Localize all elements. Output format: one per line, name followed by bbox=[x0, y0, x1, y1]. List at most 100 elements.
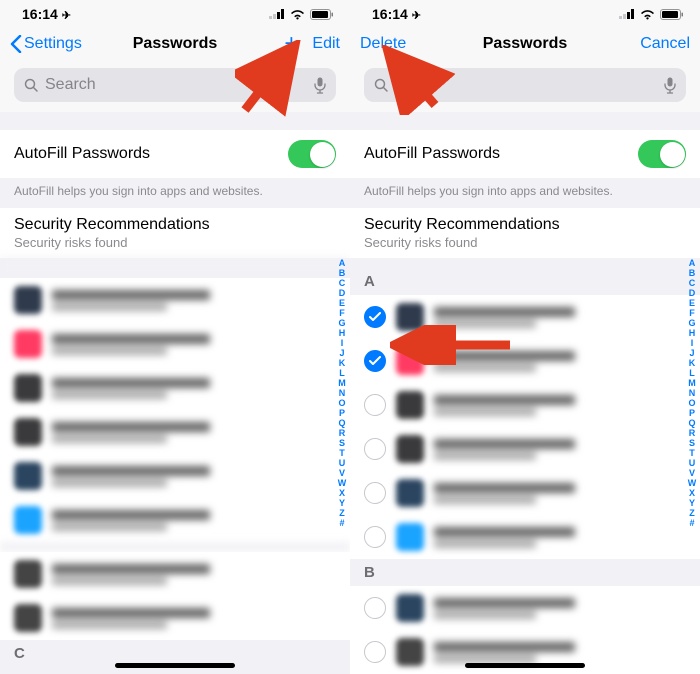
alpha-index-letter[interactable]: D bbox=[686, 288, 698, 298]
password-entry[interactable] bbox=[0, 552, 350, 596]
alpha-index-letter[interactable]: Y bbox=[336, 498, 348, 508]
alpha-index-letter[interactable]: R bbox=[686, 428, 698, 438]
password-list-a[interactable] bbox=[350, 295, 700, 559]
alpha-index-letter[interactable]: S bbox=[686, 438, 698, 448]
alpha-index-letter[interactable]: U bbox=[686, 458, 698, 468]
search-input[interactable]: Search bbox=[14, 68, 336, 102]
alpha-index-letter[interactable]: G bbox=[336, 318, 348, 328]
alpha-index-letter[interactable]: A bbox=[686, 258, 698, 268]
alpha-index-letter[interactable]: H bbox=[686, 328, 698, 338]
password-entry[interactable] bbox=[350, 586, 700, 630]
password-entry[interactable] bbox=[0, 322, 350, 366]
alpha-index-letter[interactable]: C bbox=[686, 278, 698, 288]
password-entry[interactable] bbox=[0, 278, 350, 322]
password-entry[interactable] bbox=[350, 427, 700, 471]
alpha-index-letter[interactable]: D bbox=[336, 288, 348, 298]
alpha-index-letter[interactable]: B bbox=[336, 268, 348, 278]
alpha-index-letter[interactable]: Z bbox=[336, 508, 348, 518]
password-list[interactable] bbox=[0, 278, 350, 640]
search-input[interactable]: Se bbox=[364, 68, 686, 102]
alpha-index-letter[interactable]: U bbox=[336, 458, 348, 468]
alpha-index-letter[interactable]: L bbox=[686, 368, 698, 378]
select-checkbox[interactable] bbox=[364, 597, 386, 619]
password-entry[interactable] bbox=[0, 366, 350, 410]
select-checkbox[interactable] bbox=[364, 438, 386, 460]
home-indicator[interactable] bbox=[465, 663, 585, 668]
alpha-index-letter[interactable]: F bbox=[336, 308, 348, 318]
alpha-index-letter[interactable]: I bbox=[336, 338, 348, 348]
alpha-index-letter[interactable]: V bbox=[336, 468, 348, 478]
alpha-index-letter[interactable]: W bbox=[336, 478, 348, 488]
alpha-index-letter[interactable]: Y bbox=[686, 498, 698, 508]
password-entry[interactable] bbox=[0, 454, 350, 498]
alpha-index-letter[interactable]: N bbox=[686, 388, 698, 398]
alpha-index-letter[interactable]: I bbox=[686, 338, 698, 348]
alpha-index-letter[interactable]: N bbox=[336, 388, 348, 398]
alpha-index-letter[interactable]: Q bbox=[686, 418, 698, 428]
password-list-b[interactable] bbox=[350, 586, 700, 674]
autofill-toggle[interactable] bbox=[288, 140, 336, 168]
alpha-index-letter[interactable]: W bbox=[686, 478, 698, 488]
alpha-index-letter[interactable]: V bbox=[686, 468, 698, 478]
mic-icon[interactable] bbox=[314, 77, 326, 94]
alpha-index-letter[interactable]: C bbox=[336, 278, 348, 288]
nav-back[interactable]: Settings bbox=[10, 35, 100, 53]
mic-icon[interactable] bbox=[664, 77, 676, 94]
alpha-index-letter[interactable]: E bbox=[336, 298, 348, 308]
alpha-index-letter[interactable]: K bbox=[686, 358, 698, 368]
alpha-index[interactable]: ABCDEFGHIJKLMNOPQRSTUVWXYZ# bbox=[336, 258, 348, 528]
select-checkbox[interactable] bbox=[364, 350, 386, 372]
select-checkbox[interactable] bbox=[364, 306, 386, 328]
security-recommendations[interactable]: Security Recommendations Security risks … bbox=[0, 208, 350, 258]
password-entry[interactable] bbox=[350, 295, 700, 339]
alpha-index-letter[interactable]: X bbox=[336, 488, 348, 498]
delete-button[interactable]: Delete bbox=[360, 35, 406, 53]
alpha-index-letter[interactable]: O bbox=[686, 398, 698, 408]
home-indicator[interactable] bbox=[115, 663, 235, 668]
security-recommendations[interactable]: Security Recommendations Security risks … bbox=[350, 208, 700, 258]
cancel-button[interactable]: Cancel bbox=[640, 35, 690, 53]
select-checkbox[interactable] bbox=[364, 641, 386, 663]
alpha-index-letter[interactable]: G bbox=[686, 318, 698, 328]
alpha-index-letter[interactable]: J bbox=[336, 348, 348, 358]
alpha-index-letter[interactable]: P bbox=[686, 408, 698, 418]
add-button[interactable]: + bbox=[284, 32, 298, 56]
alpha-index-letter[interactable]: P bbox=[336, 408, 348, 418]
select-checkbox[interactable] bbox=[364, 526, 386, 548]
site-favicon bbox=[14, 604, 42, 632]
alpha-index-letter[interactable]: Q bbox=[336, 418, 348, 428]
alpha-index-letter[interactable]: L bbox=[336, 368, 348, 378]
password-entry[interactable] bbox=[350, 339, 700, 383]
alpha-index-letter[interactable]: E bbox=[686, 298, 698, 308]
password-entry[interactable] bbox=[0, 498, 350, 542]
alpha-index-letter[interactable]: T bbox=[336, 448, 348, 458]
password-entry[interactable] bbox=[350, 471, 700, 515]
alpha-index-letter[interactable]: T bbox=[686, 448, 698, 458]
select-checkbox[interactable] bbox=[364, 482, 386, 504]
password-entry[interactable] bbox=[350, 515, 700, 559]
password-entry[interactable] bbox=[0, 410, 350, 454]
alpha-index[interactable]: ABCDEFGHIJKLMNOPQRSTUVWXYZ# bbox=[686, 258, 698, 528]
select-checkbox[interactable] bbox=[364, 394, 386, 416]
alpha-index-letter[interactable]: X bbox=[686, 488, 698, 498]
alpha-index-letter[interactable]: B bbox=[686, 268, 698, 278]
alpha-index-letter[interactable]: M bbox=[336, 378, 348, 388]
password-entry[interactable] bbox=[0, 596, 350, 640]
edit-button[interactable]: Edit bbox=[312, 35, 340, 53]
alpha-index-letter[interactable]: S bbox=[336, 438, 348, 448]
alpha-index-letter[interactable]: M bbox=[686, 378, 698, 388]
alpha-index-letter[interactable]: A bbox=[336, 258, 348, 268]
alpha-index-letter[interactable]: K bbox=[336, 358, 348, 368]
alpha-index-letter[interactable]: O bbox=[336, 398, 348, 408]
autofill-toggle[interactable] bbox=[638, 140, 686, 168]
alpha-index-letter[interactable]: R bbox=[336, 428, 348, 438]
alpha-index-letter[interactable]: # bbox=[336, 518, 348, 528]
alpha-index-letter[interactable]: # bbox=[686, 518, 698, 528]
alpha-index-letter[interactable]: F bbox=[686, 308, 698, 318]
nav-bar: Settings Passwords + Edit bbox=[0, 26, 350, 62]
alpha-index-letter[interactable]: H bbox=[336, 328, 348, 338]
alpha-index-letter[interactable]: Z bbox=[686, 508, 698, 518]
battery-icon bbox=[660, 9, 684, 20]
alpha-index-letter[interactable]: J bbox=[686, 348, 698, 358]
password-entry[interactable] bbox=[350, 383, 700, 427]
